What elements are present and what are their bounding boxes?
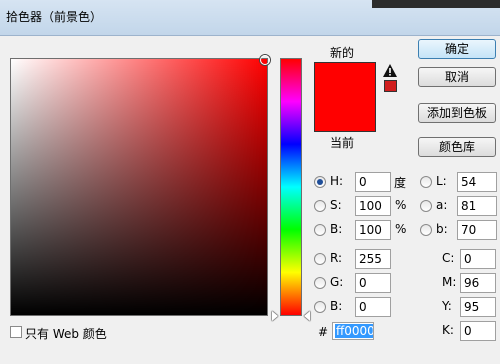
saturation-label: S: bbox=[330, 198, 342, 212]
cyan-input[interactable]: 0 bbox=[460, 249, 496, 269]
magenta-input[interactable]: 96 bbox=[460, 273, 496, 293]
lab-l-input[interactable]: 54 bbox=[457, 172, 497, 192]
green-input[interactable]: 0 bbox=[355, 273, 391, 293]
cancel-button[interactable]: 取消 bbox=[418, 67, 496, 87]
blue-input[interactable]: 0 bbox=[355, 297, 391, 317]
new-color-label: 新的 bbox=[330, 46, 355, 60]
brightness-radio[interactable] bbox=[314, 224, 326, 236]
black-input[interactable]: 0 bbox=[460, 321, 496, 341]
green-radio[interactable] bbox=[314, 277, 326, 289]
hue-slider-right-arrow-icon[interactable] bbox=[304, 311, 310, 321]
gamut-warning-icon[interactable] bbox=[383, 64, 397, 77]
lab-a-label: a: bbox=[436, 198, 448, 212]
ok-button[interactable]: 确定 bbox=[418, 39, 496, 59]
hue-slider[interactable] bbox=[280, 58, 302, 316]
lab-l-label: L: bbox=[436, 174, 447, 188]
saturation-radio[interactable] bbox=[314, 200, 326, 212]
red-radio[interactable] bbox=[314, 253, 326, 265]
brightness-input[interactable]: 100 bbox=[355, 220, 391, 240]
cyan-label: C: bbox=[442, 251, 455, 265]
color-field-marker[interactable] bbox=[260, 55, 270, 65]
add-to-swatches-button[interactable]: 添加到色板 bbox=[418, 103, 496, 123]
yellow-label: Y: bbox=[442, 299, 452, 313]
lab-b-radio[interactable] bbox=[420, 224, 432, 236]
lab-a-radio[interactable] bbox=[420, 200, 432, 212]
saturation-input[interactable]: 100 bbox=[355, 196, 391, 216]
hue-input[interactable]: 0 bbox=[355, 172, 391, 192]
current-color-swatch[interactable] bbox=[315, 97, 375, 131]
hue-radio[interactable] bbox=[314, 176, 326, 188]
background-window-strip bbox=[372, 0, 500, 8]
hex-input[interactable]: ff0000 bbox=[332, 322, 374, 340]
red-label: R: bbox=[330, 251, 343, 265]
brightness-unit: % bbox=[395, 222, 407, 236]
lab-a-input[interactable]: 81 bbox=[457, 196, 497, 216]
red-input[interactable]: 255 bbox=[355, 249, 391, 269]
hex-hash-label: # bbox=[318, 325, 329, 339]
hue-unit: 度 bbox=[394, 176, 407, 190]
current-color-label: 当前 bbox=[330, 136, 355, 150]
gamut-warning-swatch[interactable] bbox=[384, 80, 397, 92]
hue-slider-left-arrow-icon[interactable] bbox=[272, 311, 278, 321]
color-preview bbox=[314, 62, 376, 132]
yellow-input[interactable]: 95 bbox=[460, 297, 496, 317]
web-colors-only-checkbox[interactable] bbox=[10, 326, 22, 338]
green-label: G: bbox=[330, 275, 344, 289]
black-label: K: bbox=[442, 323, 454, 337]
hue-label: H: bbox=[330, 174, 344, 188]
web-colors-only-label: 只有 Web 颜色 bbox=[25, 327, 107, 341]
hex-value-selected: ff0000 bbox=[335, 324, 374, 338]
lab-l-radio[interactable] bbox=[420, 176, 432, 188]
blue-label: B: bbox=[330, 299, 343, 313]
lab-b-label: b: bbox=[436, 222, 448, 236]
new-color-swatch bbox=[315, 63, 375, 97]
color-field[interactable] bbox=[10, 58, 268, 316]
lab-b-input[interactable]: 70 bbox=[457, 220, 497, 240]
brightness-label: B: bbox=[330, 222, 343, 236]
window-title: 拾色器（前景色） bbox=[6, 10, 103, 24]
blue-radio[interactable] bbox=[314, 301, 326, 313]
saturation-unit: % bbox=[395, 198, 407, 212]
magenta-label: M: bbox=[442, 275, 457, 289]
color-libraries-button[interactable]: 颜色库 bbox=[418, 137, 496, 157]
